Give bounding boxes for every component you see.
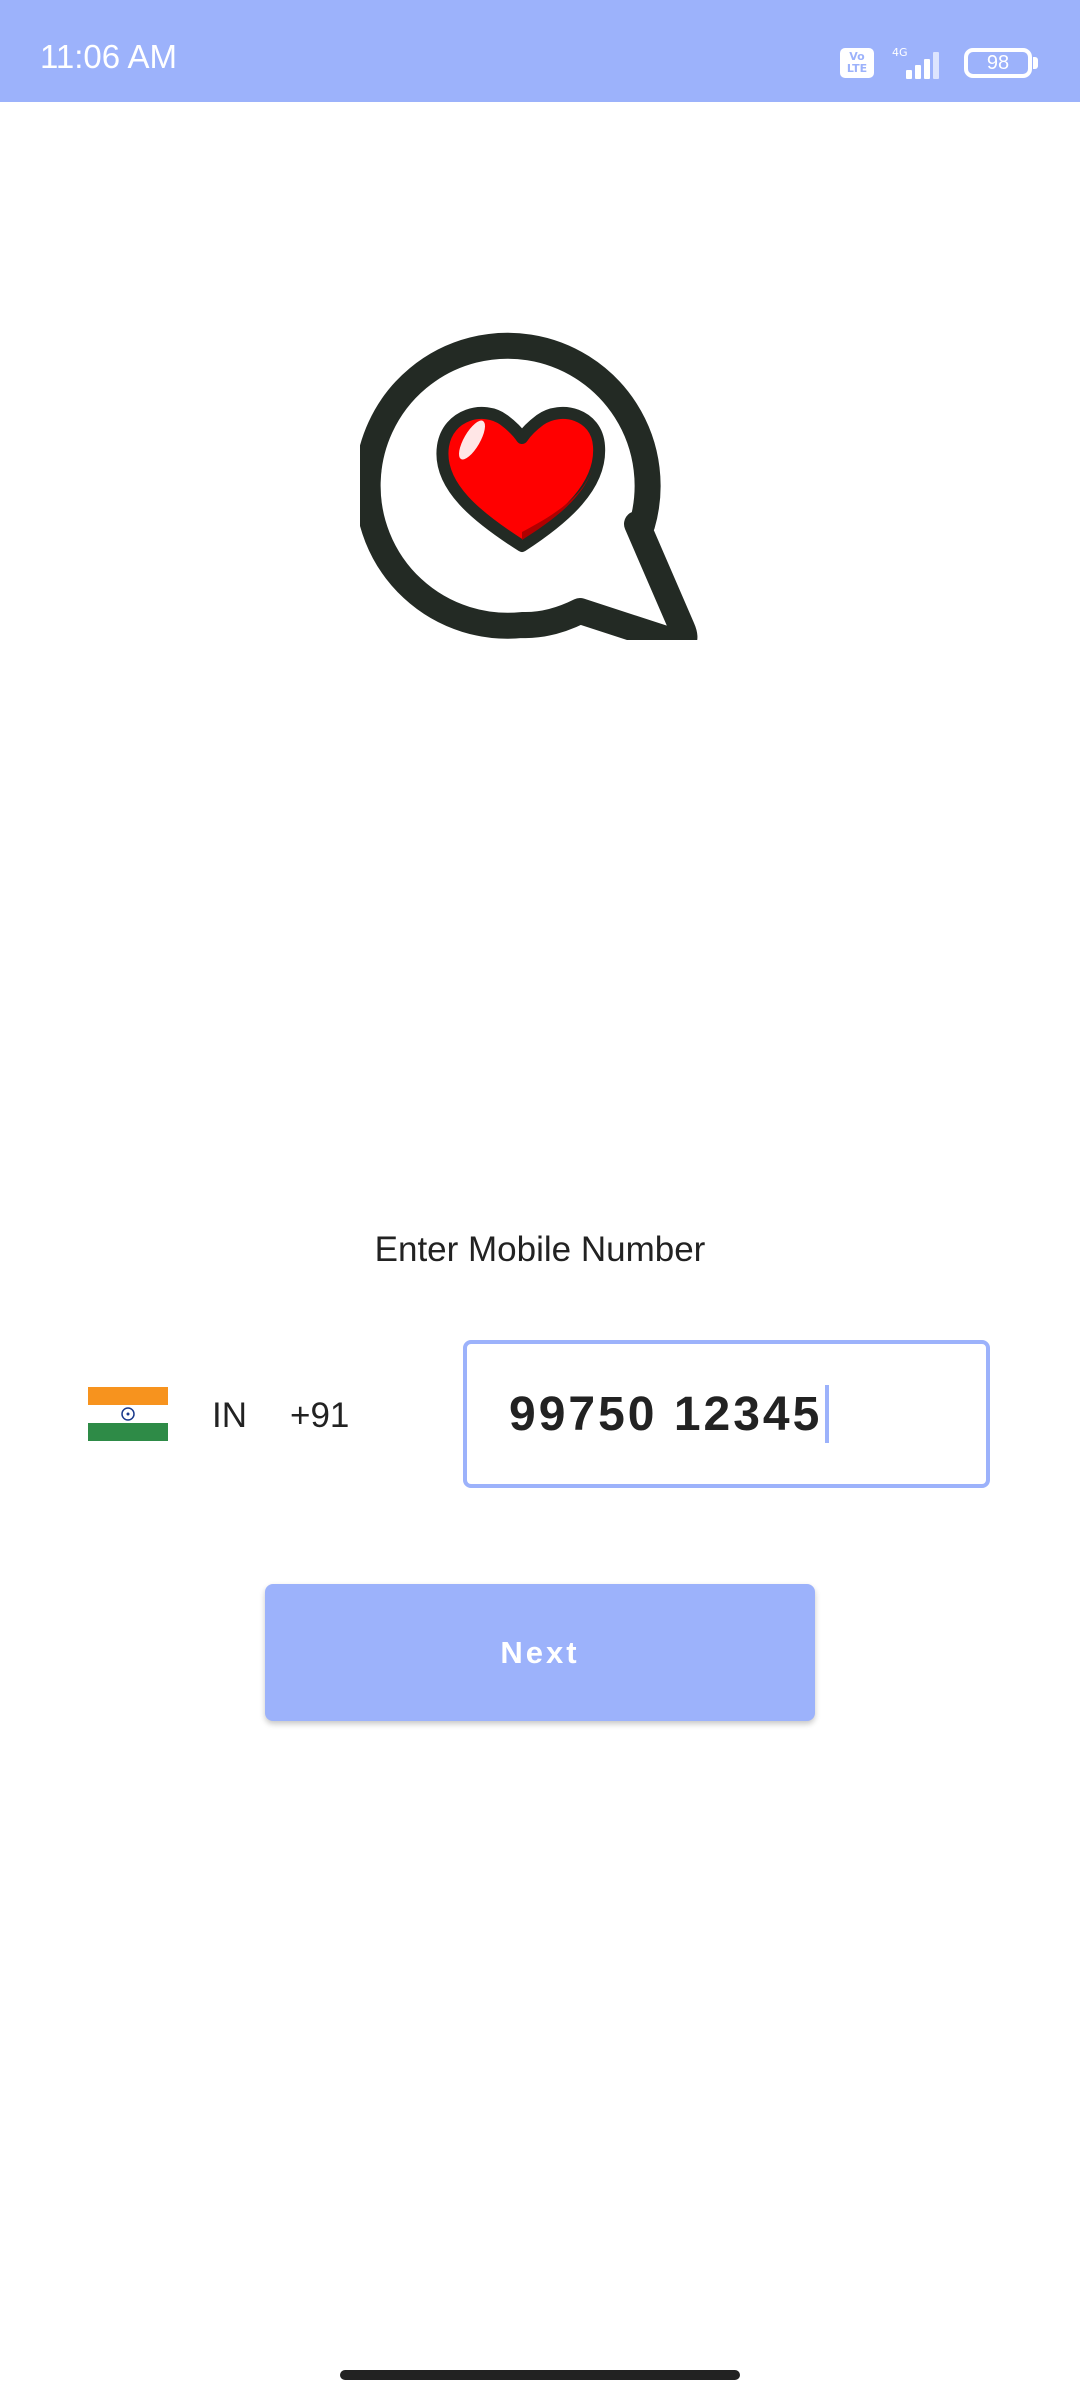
mobile-number-value: 99750 12345 <box>509 1387 823 1441</box>
text-cursor <box>825 1385 830 1443</box>
country-code[interactable]: IN <box>212 1396 247 1436</box>
signal-icon: 4G <box>892 46 939 79</box>
status-time: 11:06 AM <box>40 38 177 75</box>
battery-icon: 98 <box>964 48 1032 78</box>
dial-code[interactable]: +91 <box>290 1396 349 1436</box>
chat-heart-logo-icon <box>360 332 698 640</box>
enter-mobile-label: Enter Mobile Number <box>374 1230 706 1269</box>
network-type-label: 4G <box>892 46 908 59</box>
next-button[interactable]: Next <box>265 1584 815 1721</box>
home-indicator[interactable] <box>340 2370 740 2380</box>
battery-tip <box>1033 57 1038 69</box>
volte-icon: Vo LTE <box>840 48 874 78</box>
mobile-number-input[interactable]: 99750 12345 <box>463 1340 990 1488</box>
india-flag-icon[interactable] <box>88 1387 168 1441</box>
